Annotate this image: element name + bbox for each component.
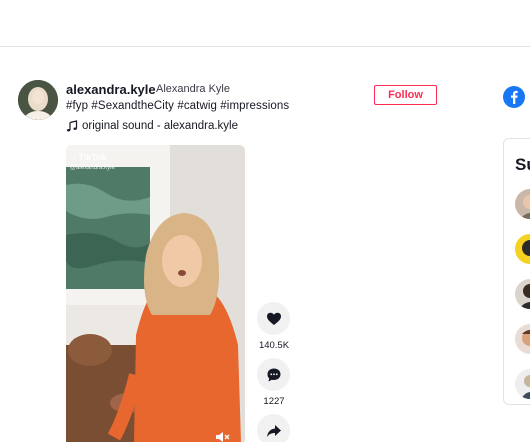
comment-count: 1227 (263, 396, 285, 407)
mute-icon[interactable] (216, 432, 230, 442)
video-player[interactable]: ♪ TikTok @alexandra.kyle (66, 145, 245, 442)
suggested-avatar[interactable] (515, 369, 530, 399)
suggested-title: Su (515, 155, 530, 174)
like-count: 140.5K (258, 340, 290, 351)
share-arrow-icon (266, 424, 281, 437)
post-caption[interactable]: #fyp #SexandtheCity #catwig #impressions (66, 100, 289, 112)
sound-label: original sound - alexandra.kyle (82, 120, 238, 132)
author-avatar[interactable] (18, 80, 58, 120)
heart-icon (266, 312, 281, 325)
top-bar (0, 0, 530, 47)
tiktok-watermark: ♪ TikTok (72, 152, 107, 162)
suggested-avatar[interactable] (515, 189, 530, 219)
suggested-avatar[interactable] (515, 234, 530, 264)
like-button[interactable] (257, 302, 290, 335)
sound-link[interactable]: original sound - alexandra.kyle (66, 120, 238, 132)
suggested-accounts-panel: Su (503, 138, 530, 405)
watermark-logo-text: TikTok (78, 152, 107, 162)
comment-icon (267, 368, 280, 381)
author-nickname: Alexandra Kyle (156, 83, 230, 95)
comment-button[interactable] (257, 358, 290, 391)
music-note-icon (67, 120, 78, 132)
suggested-avatar[interactable] (515, 279, 530, 309)
facebook-icon[interactable] (503, 86, 525, 108)
share-button[interactable] (257, 414, 290, 442)
watermark-user: @alexandra.kyle (70, 165, 115, 171)
video-frame (66, 145, 245, 442)
tiktok-logo-icon: ♪ (72, 152, 77, 162)
suggested-avatar[interactable] (515, 324, 530, 354)
author-username[interactable]: alexandra.kyle (66, 82, 156, 97)
follow-button[interactable]: Follow (374, 85, 437, 105)
